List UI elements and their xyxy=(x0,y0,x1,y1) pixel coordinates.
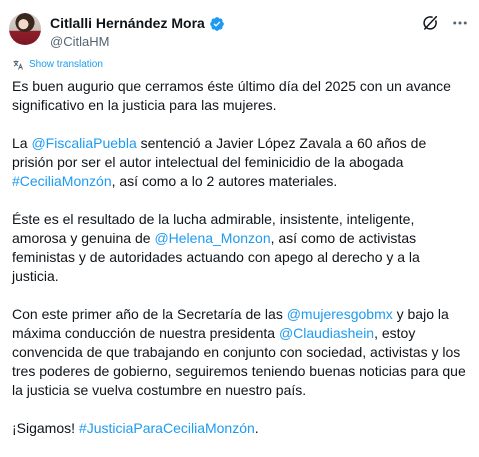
author-handle[interactable]: @CitlaHM xyxy=(50,34,109,50)
tweet-text: Es buen augurio que cerramos éste último… xyxy=(12,77,470,457)
hashtag-ceciliamonzon[interactable]: #CeciliaMonzón xyxy=(12,173,112,189)
translate-icon xyxy=(13,60,23,70)
paragraph-2: La @FiscaliaPuebla sentenció a Javier Ló… xyxy=(12,135,427,189)
paragraph-3: Éste es el resultado de la lucha admirab… xyxy=(12,211,420,284)
more-options-icon[interactable] xyxy=(451,14,469,32)
verified-badge-icon xyxy=(209,16,224,31)
mention-mujeresgobmx[interactable]: @mujeresgobmx xyxy=(287,306,393,322)
mention-fiscaliapuebla[interactable]: @FiscaliaPuebla xyxy=(31,135,136,151)
avatar[interactable] xyxy=(9,13,41,45)
paragraph-4: Con este primer año de la Secretaría de … xyxy=(12,306,466,398)
show-translation-label[interactable]: Show translation xyxy=(29,58,103,72)
mention-claudiashein[interactable]: @Claudiashein xyxy=(279,325,374,341)
author-name-row[interactable]: Citlalli Hernández Mora xyxy=(50,15,225,32)
hashtag-justiciaparaceciliamonzon[interactable]: #JusticiaParaCeciliaMonzón xyxy=(79,420,255,436)
mention-helena-monzon[interactable]: @Helena_Monzon xyxy=(154,230,270,246)
grok-icon[interactable] xyxy=(421,14,439,32)
author-name[interactable]: Citlalli Hernández Mora xyxy=(50,15,205,32)
tweet-header: Citlalli Hernández Mora @CitlaHM xyxy=(0,0,479,56)
show-translation[interactable]: Show translation xyxy=(12,58,103,72)
paragraph-1: Es buen augurio que cerramos éste último… xyxy=(12,78,451,113)
paragraph-5: ¡Sigamos! #JusticiaParaCeciliaMonzón. xyxy=(12,420,259,436)
